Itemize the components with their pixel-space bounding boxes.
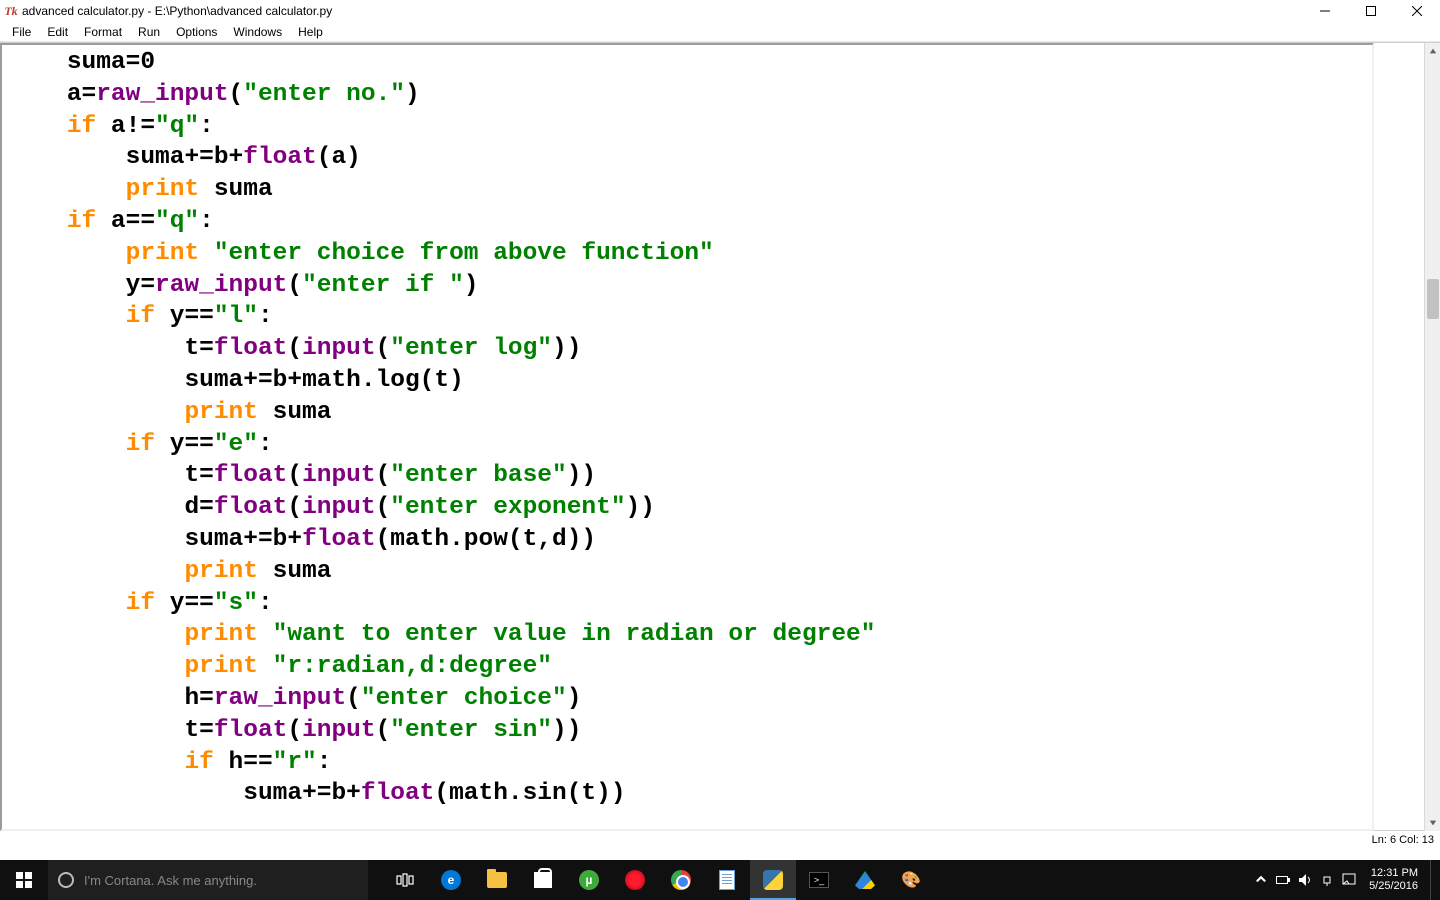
scroll-track[interactable] (1425, 59, 1440, 815)
window-title: advanced calculator.py - E:\Python\advan… (22, 4, 332, 18)
utorrent-icon[interactable]: µ (566, 860, 612, 900)
file-explorer-icon[interactable] (474, 860, 520, 900)
menubar: File Edit Format Run Options Windows Hel… (0, 22, 1440, 42)
minimize-button[interactable] (1302, 0, 1348, 22)
clock-date: 5/25/2016 (1369, 880, 1418, 893)
scroll-thumb[interactable] (1427, 279, 1439, 319)
taskbar: I'm Cortana. Ask me anything. e µ >_ 🎨 1… (0, 860, 1440, 900)
menu-edit[interactable]: Edit (39, 23, 76, 41)
edge-icon[interactable]: e (428, 860, 474, 900)
cmd-icon[interactable]: >_ (796, 860, 842, 900)
menu-file[interactable]: File (4, 23, 39, 41)
vertical-scrollbar[interactable] (1424, 43, 1440, 831)
cortana-icon (58, 872, 74, 888)
cursor-position: Ln: 6 Col: 13 (1372, 834, 1434, 846)
tray-battery-icon[interactable] (1275, 872, 1291, 888)
cortana-search[interactable]: I'm Cortana. Ask me anything. (48, 860, 368, 900)
close-button[interactable] (1394, 0, 1440, 22)
scroll-down-button[interactable] (1425, 815, 1440, 831)
code-content[interactable]: suma=0 a=raw_input("enter no.") if a!="q… (2, 45, 1372, 812)
menu-help[interactable]: Help (290, 23, 331, 41)
google-drive-icon[interactable] (842, 860, 888, 900)
opera-icon[interactable] (612, 860, 658, 900)
code-editor[interactable]: suma=0 a=raw_input("enter no.") if a!="q… (0, 43, 1374, 831)
app-icon: Tk (4, 4, 18, 18)
scroll-up-button[interactable] (1425, 43, 1440, 59)
clock-time: 12:31 PM (1369, 867, 1418, 880)
python-idle-icon[interactable] (750, 860, 796, 900)
maximize-button[interactable] (1348, 0, 1394, 22)
statusbar: Ln: 6 Col: 13 (0, 830, 1440, 848)
editor-area: suma=0 a=raw_input("enter no.") if a!="q… (0, 42, 1440, 830)
paint-icon[interactable]: 🎨 (888, 860, 934, 900)
taskbar-clock[interactable]: 12:31 PM 5/25/2016 (1363, 867, 1424, 893)
tray-chevron-icon[interactable] (1253, 872, 1269, 888)
store-icon[interactable] (520, 860, 566, 900)
show-desktop-button[interactable] (1430, 860, 1436, 900)
tray-network-icon[interactable] (1319, 872, 1335, 888)
chrome-icon[interactable] (658, 860, 704, 900)
menu-options[interactable]: Options (168, 23, 225, 41)
menu-run[interactable]: Run (130, 23, 168, 41)
taskview-icon[interactable] (382, 860, 428, 900)
start-button[interactable] (0, 860, 48, 900)
menu-format[interactable]: Format (76, 23, 130, 41)
notepadpp-icon[interactable] (704, 860, 750, 900)
menu-windows[interactable]: Windows (225, 23, 290, 41)
tray-volume-icon[interactable] (1297, 872, 1313, 888)
tray-notifications-icon[interactable] (1341, 872, 1357, 888)
window-titlebar: Tk advanced calculator.py - E:\Python\ad… (0, 0, 1440, 22)
cortana-placeholder: I'm Cortana. Ask me anything. (84, 873, 257, 888)
